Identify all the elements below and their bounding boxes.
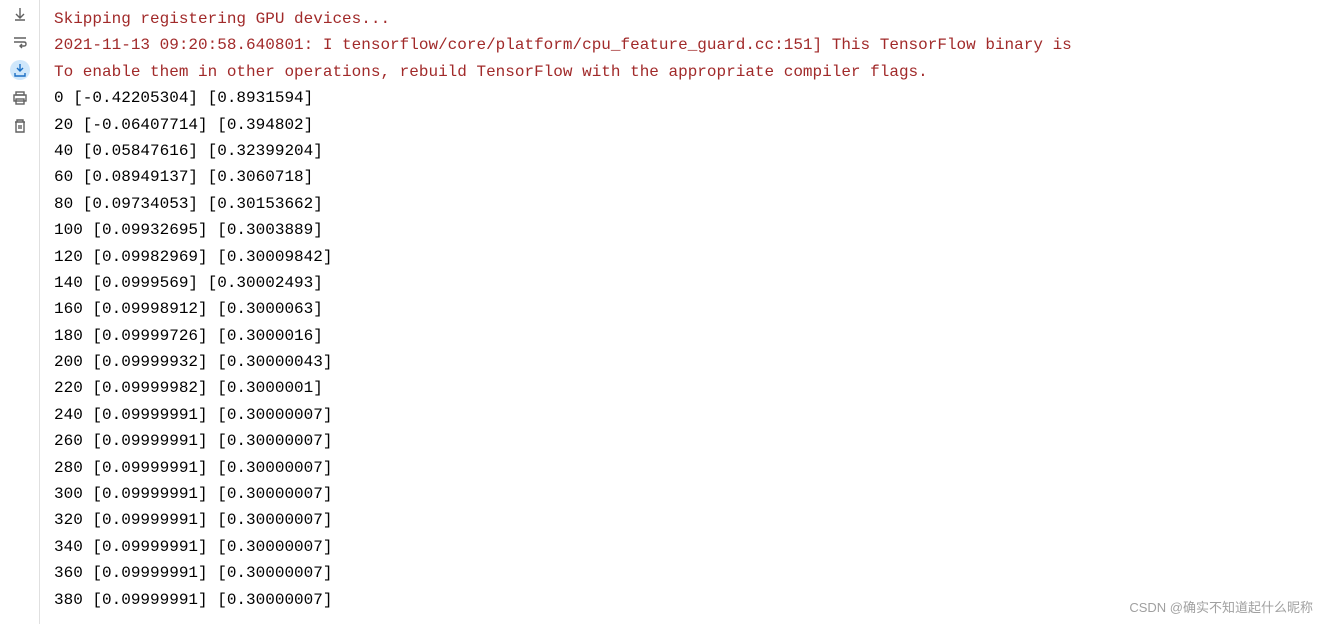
stderr-line: To enable them in other operations, rebu…	[54, 59, 1323, 85]
stdout-line: 300 [0.09999991] [0.30000007]	[54, 481, 1323, 507]
watermark: CSDN @确实不知道起什么昵称	[1129, 597, 1313, 618]
stdout-block: 0 [-0.42205304] [0.8931594] 20 [-0.06407…	[54, 85, 1323, 613]
stdout-line: 180 [0.09999726] [0.3000016]	[54, 323, 1323, 349]
stdout-line: 80 [0.09734053] [0.30153662]	[54, 191, 1323, 217]
stdout-line: 220 [0.09999982] [0.3000001]	[54, 375, 1323, 401]
trash-icon[interactable]	[10, 116, 30, 136]
stdout-line: 240 [0.09999991] [0.30000007]	[54, 402, 1323, 428]
stdout-line: 40 [0.05847616] [0.32399204]	[54, 138, 1323, 164]
stdout-line: 0 [-0.42205304] [0.8931594]	[54, 85, 1323, 111]
stdout-line: 280 [0.09999991] [0.30000007]	[54, 455, 1323, 481]
stderr-block: Skipping registering GPU devices... 2021…	[54, 6, 1323, 85]
stdout-line: 20 [-0.06407714] [0.394802]	[54, 112, 1323, 138]
stdout-line: 100 [0.09932695] [0.3003889]	[54, 217, 1323, 243]
stderr-line: 2021-11-13 09:20:58.640801: I tensorflow…	[54, 32, 1323, 58]
print-icon[interactable]	[10, 88, 30, 108]
stderr-line: Skipping registering GPU devices...	[54, 6, 1323, 32]
stdout-line: 320 [0.09999991] [0.30000007]	[54, 507, 1323, 533]
stdout-line: 160 [0.09998912] [0.3000063]	[54, 296, 1323, 322]
console-output[interactable]: Skipping registering GPU devices... 2021…	[40, 0, 1323, 624]
stdout-line: 120 [0.09982969] [0.30009842]	[54, 244, 1323, 270]
stdout-line: 200 [0.09999932] [0.30000043]	[54, 349, 1323, 375]
scroll-to-end-icon[interactable]	[10, 4, 30, 24]
stdout-line: 260 [0.09999991] [0.30000007]	[54, 428, 1323, 454]
stdout-line: 60 [0.08949137] [0.3060718]	[54, 164, 1323, 190]
export-icon[interactable]	[10, 60, 30, 80]
stdout-line: 340 [0.09999991] [0.30000007]	[54, 534, 1323, 560]
stdout-line: 360 [0.09999991] [0.30000007]	[54, 560, 1323, 586]
soft-wrap-icon[interactable]	[10, 32, 30, 52]
stdout-line: 140 [0.0999569] [0.30002493]	[54, 270, 1323, 296]
console-gutter	[0, 0, 40, 624]
